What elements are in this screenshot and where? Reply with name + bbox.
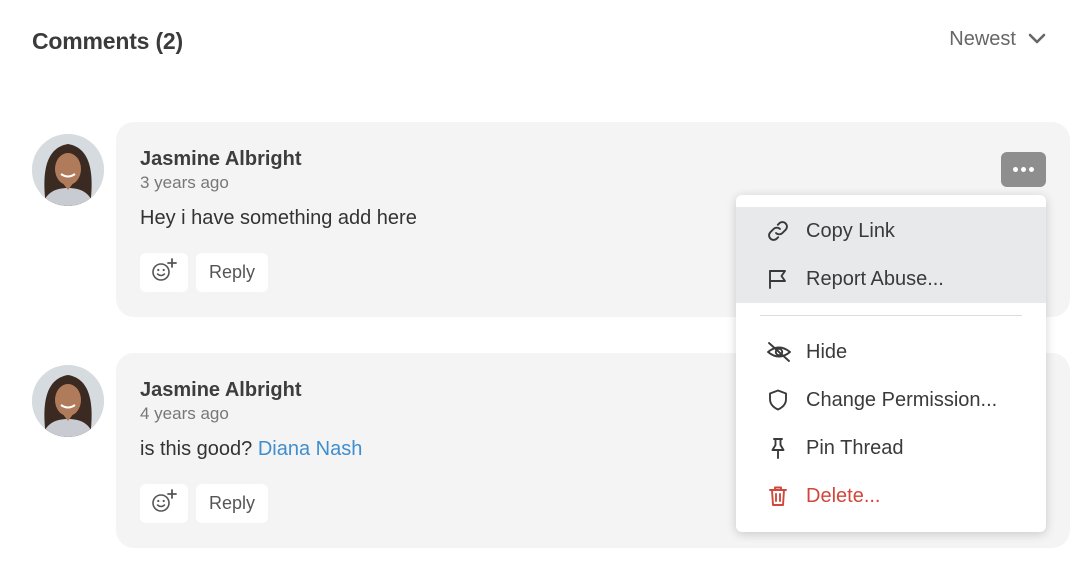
comments-title: Comments (2)	[32, 28, 183, 54]
avatar[interactable]	[32, 134, 104, 206]
link-icon	[766, 219, 790, 243]
reply-button[interactable]: Reply	[196, 484, 269, 523]
shield-icon	[766, 388, 790, 412]
comment-context-menu: Copy Link Report Abuse... Hide Change Pe…	[736, 195, 1046, 532]
menu-divider	[760, 315, 1022, 316]
menu-item-label: Report Abuse...	[806, 267, 944, 290]
flag-icon	[766, 267, 790, 291]
add-reaction-button[interactable]	[140, 484, 188, 523]
menu-item-hide[interactable]: Hide	[736, 328, 1046, 376]
more-options-button[interactable]	[1001, 152, 1046, 187]
menu-item-label: Change Permission...	[806, 388, 998, 411]
menu-item-change-permission[interactable]: Change Permission...	[736, 376, 1046, 424]
menu-item-label: Pin Thread	[806, 436, 904, 459]
pin-icon	[766, 436, 790, 460]
comment-text: is this good? Diana Nash	[140, 438, 362, 461]
comment-actions: Reply	[140, 484, 269, 523]
reply-button[interactable]: Reply	[196, 253, 269, 292]
comment-text-body: is this good?	[140, 438, 258, 460]
sort-dropdown[interactable]: Newest	[949, 26, 1046, 52]
comment-timestamp: 4 years ago	[140, 404, 229, 423]
avatar[interactable]	[32, 365, 104, 437]
comment-author[interactable]: Jasmine Albright	[140, 148, 302, 171]
menu-item-copy-link[interactable]: Copy Link	[736, 207, 1046, 255]
menu-item-report-abuse[interactable]: Report Abuse...	[736, 255, 1046, 303]
add-reaction-icon	[149, 257, 179, 288]
add-reaction-icon	[149, 488, 179, 519]
chevron-down-icon	[1028, 33, 1046, 45]
comment-timestamp: 3 years ago	[140, 173, 229, 192]
comment-actions: Reply	[140, 253, 269, 292]
menu-item-label: Copy Link	[806, 219, 895, 242]
menu-item-pin-thread[interactable]: Pin Thread	[736, 424, 1046, 472]
trash-icon	[766, 484, 790, 508]
more-horizontal-icon	[1013, 167, 1034, 172]
eye-off-icon	[766, 340, 791, 364]
comment-text: Hey i have something add here	[140, 207, 417, 229]
menu-item-label: Hide	[806, 340, 848, 363]
menu-item-delete[interactable]: Delete...	[736, 472, 1046, 520]
mention-link[interactable]: Diana Nash	[258, 438, 363, 460]
menu-item-label: Delete...	[806, 484, 881, 507]
add-reaction-button[interactable]	[140, 253, 188, 292]
comment-author[interactable]: Jasmine Albright	[140, 379, 302, 402]
sort-label: Newest	[949, 27, 1016, 50]
